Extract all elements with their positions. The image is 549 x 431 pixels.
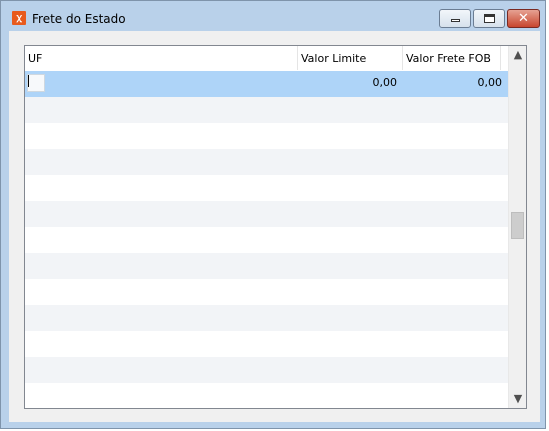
- close-icon: ✕: [518, 11, 529, 26]
- table-row[interactable]: [25, 253, 508, 279]
- table-row[interactable]: [25, 149, 508, 175]
- text-caret: [28, 75, 29, 87]
- table-row[interactable]: [25, 97, 508, 123]
- cell-uf[interactable]: [25, 71, 298, 97]
- cell-valor-frete-fob[interactable]: 0,00: [403, 71, 508, 97]
- table-row[interactable]: [25, 383, 508, 408]
- table-row[interactable]: [25, 175, 508, 201]
- table-row[interactable]: [25, 357, 508, 383]
- grid-header: UF Valor Limite Valor Frete FOB: [25, 46, 508, 71]
- column-header-valor-frete-fob[interactable]: Valor Frete FOB: [403, 46, 501, 70]
- table-row[interactable]: [25, 305, 508, 331]
- minimize-button[interactable]: [439, 9, 471, 28]
- table-row[interactable]: [25, 331, 508, 357]
- maximize-button[interactable]: [473, 9, 505, 28]
- scroll-up-icon[interactable]: ▲: [509, 46, 526, 64]
- grid-rows: 0,00 0,00: [25, 71, 508, 408]
- cell-valor-limite[interactable]: 0,00: [298, 71, 403, 97]
- column-header-valor-limite[interactable]: Valor Limite: [298, 46, 403, 70]
- close-button[interactable]: ✕: [507, 9, 540, 28]
- column-header-uf[interactable]: UF: [25, 46, 298, 70]
- minimize-icon: [451, 19, 460, 22]
- table-row[interactable]: [25, 227, 508, 253]
- table-row[interactable]: [25, 279, 508, 305]
- table-row[interactable]: [25, 201, 508, 227]
- maximize-icon: [484, 14, 495, 23]
- cell-editor[interactable]: [27, 74, 45, 92]
- table-row[interactable]: [25, 123, 508, 149]
- data-grid[interactable]: UF Valor Limite Valor Frete FOB 0,00 0,0…: [24, 45, 527, 409]
- title-bar[interactable]: ꭓ Frete do Estado ✕: [1, 1, 545, 31]
- app-logo-icon[interactable]: ꭓ: [12, 11, 26, 25]
- vertical-scrollbar[interactable]: ▲ ▼: [508, 46, 526, 408]
- window-title: Frete do Estado: [32, 12, 126, 26]
- scrollbar-thumb[interactable]: [511, 212, 524, 239]
- table-row-selected[interactable]: 0,00 0,00: [25, 71, 508, 97]
- scroll-down-icon[interactable]: ▼: [509, 390, 526, 408]
